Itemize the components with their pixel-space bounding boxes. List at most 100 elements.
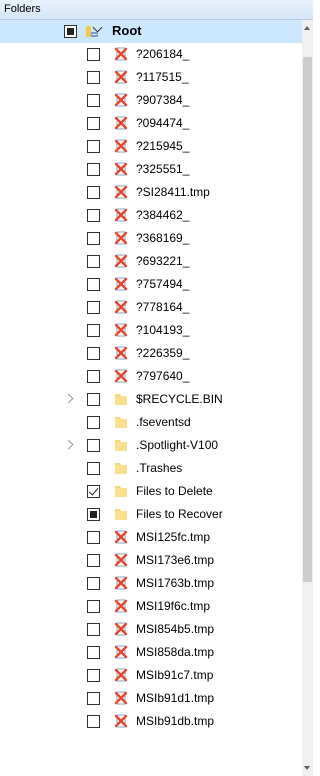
item-label: ?778164_ — [136, 300, 190, 314]
deleted-file-icon — [114, 116, 128, 130]
tree-row[interactable]: .fseventsd — [0, 411, 302, 434]
item-label: .fseventsd — [136, 415, 191, 429]
tree-row[interactable]: MSIb91d1.tmp — [0, 687, 302, 710]
deleted-file-icon — [114, 185, 128, 199]
tree-row[interactable]: MSI858da.tmp — [0, 641, 302, 664]
item-label: .Spotlight-V100 — [136, 438, 219, 452]
deleted-file-icon — [114, 139, 128, 153]
item-checkbox[interactable] — [87, 439, 100, 452]
item-label: ?215945_ — [136, 139, 190, 153]
item-label: MSI19f6c.tmp — [136, 599, 211, 613]
tree-row[interactable]: Files to Delete — [0, 480, 302, 503]
item-label: MSIb91c7.tmp — [136, 668, 214, 682]
tree-row[interactable]: ?797640_ — [0, 365, 302, 388]
tree-row[interactable]: MSI173e6.tmp — [0, 549, 302, 572]
tree-row[interactable]: ?778164_ — [0, 296, 302, 319]
item-label: MSI858da.tmp — [136, 645, 215, 659]
tree-row[interactable]: ?094474_ — [0, 112, 302, 135]
folder-icon — [115, 463, 127, 474]
tree-row[interactable]: MSI125fc.tmp — [0, 526, 302, 549]
tree-row[interactable]: ?325551_ — [0, 158, 302, 181]
item-label: ?104193_ — [136, 323, 190, 337]
item-label: MSI173e6.tmp — [136, 553, 215, 567]
item-checkbox[interactable] — [87, 48, 100, 61]
deleted-file-icon — [114, 346, 128, 360]
scrollbar-thumb[interactable] — [303, 57, 312, 582]
deleted-file-icon — [114, 254, 128, 268]
tree-row[interactable]: MSI1763b.tmp — [0, 572, 302, 595]
tree-row[interactable]: MSIb91db.tmp — [0, 710, 302, 733]
scroll-down-arrow-icon[interactable] — [304, 766, 310, 770]
item-label: Files to Delete — [136, 484, 213, 498]
folder-tree[interactable]: Root ?206184_ ?117515_ ?907384_ ?094474_ ?21… — [0, 20, 302, 776]
tree-row[interactable]: ?757494_ — [0, 273, 302, 296]
tree-row[interactable]: ?693221_ — [0, 250, 302, 273]
chevron-right-icon[interactable] — [63, 439, 74, 450]
item-checkbox[interactable] — [87, 186, 100, 199]
item-checkbox[interactable] — [87, 209, 100, 222]
folder-icon — [115, 486, 127, 497]
item-label: MSIb91db.tmp — [136, 714, 215, 728]
item-label: ?368169_ — [136, 231, 190, 245]
vertical-scrollbar[interactable] — [302, 20, 313, 776]
deleted-file-icon — [114, 553, 128, 567]
item-label: MSI854b5.tmp — [136, 622, 215, 636]
item-checkbox[interactable] — [87, 255, 100, 268]
item-checkbox[interactable] — [87, 462, 100, 475]
item-checkbox[interactable] — [87, 94, 100, 107]
tree-row[interactable]: ?907384_ — [0, 89, 302, 112]
tree-row[interactable]: ?SI28411.tmp — [0, 181, 302, 204]
item-checkbox[interactable] — [87, 301, 100, 314]
tree-row-root[interactable]: Root — [0, 20, 302, 43]
drive-icon — [86, 26, 98, 37]
item-checkbox[interactable] — [87, 232, 100, 245]
tree-row[interactable]: .Trashes — [0, 457, 302, 480]
item-checkbox[interactable] — [87, 370, 100, 383]
tree-row[interactable]: ?117515_ — [0, 66, 302, 89]
item-label: ?384462_ — [136, 208, 190, 222]
item-checkbox[interactable] — [87, 646, 100, 659]
item-checkbox[interactable] — [87, 163, 100, 176]
item-checkbox[interactable] — [87, 508, 100, 521]
tree-row[interactable]: ?215945_ — [0, 135, 302, 158]
root-checkbox[interactable] — [64, 25, 77, 38]
item-checkbox[interactable] — [87, 117, 100, 130]
item-checkbox[interactable] — [87, 669, 100, 682]
tree-row[interactable]: ?206184_ — [0, 43, 302, 66]
item-label: ?907384_ — [136, 93, 190, 107]
tree-row[interactable]: MSI19f6c.tmp — [0, 595, 302, 618]
item-checkbox[interactable] — [87, 278, 100, 291]
folders-panel-header: Folders — [0, 0, 313, 20]
root-label: Root — [112, 23, 142, 38]
tree-row[interactable]: MSIb91c7.tmp — [0, 664, 302, 687]
tree-row[interactable]: .Spotlight-V100 — [0, 434, 302, 457]
tree-row[interactable]: MSI854b5.tmp — [0, 618, 302, 641]
item-checkbox[interactable] — [87, 554, 100, 567]
deleted-file-icon — [114, 691, 128, 705]
tree-row[interactable]: ?104193_ — [0, 319, 302, 342]
item-checkbox[interactable] — [87, 531, 100, 544]
item-checkbox[interactable] — [87, 623, 100, 636]
tree-row[interactable]: ?226359_ — [0, 342, 302, 365]
item-checkbox[interactable] — [87, 600, 100, 613]
item-checkbox[interactable] — [87, 347, 100, 360]
item-checkbox[interactable] — [87, 485, 100, 498]
item-checkbox[interactable] — [87, 577, 100, 590]
item-checkbox[interactable] — [87, 715, 100, 728]
scroll-up-arrow-icon[interactable] — [304, 26, 310, 30]
tree-row[interactable]: ?384462_ — [0, 204, 302, 227]
item-checkbox[interactable] — [87, 692, 100, 705]
item-checkbox[interactable] — [87, 416, 100, 429]
item-checkbox[interactable] — [87, 140, 100, 153]
deleted-file-icon — [114, 208, 128, 222]
deleted-file-icon — [114, 530, 128, 544]
tree-row[interactable]: $RECYCLE.BIN — [0, 388, 302, 411]
tree-row[interactable]: ?368169_ — [0, 227, 302, 250]
deleted-file-icon — [114, 323, 128, 337]
item-label: ?757494_ — [136, 277, 190, 291]
chevron-right-icon[interactable] — [63, 393, 74, 404]
item-checkbox[interactable] — [87, 71, 100, 84]
item-checkbox[interactable] — [87, 393, 100, 406]
item-checkbox[interactable] — [87, 324, 100, 337]
tree-row[interactable]: Files to Recover — [0, 503, 302, 526]
